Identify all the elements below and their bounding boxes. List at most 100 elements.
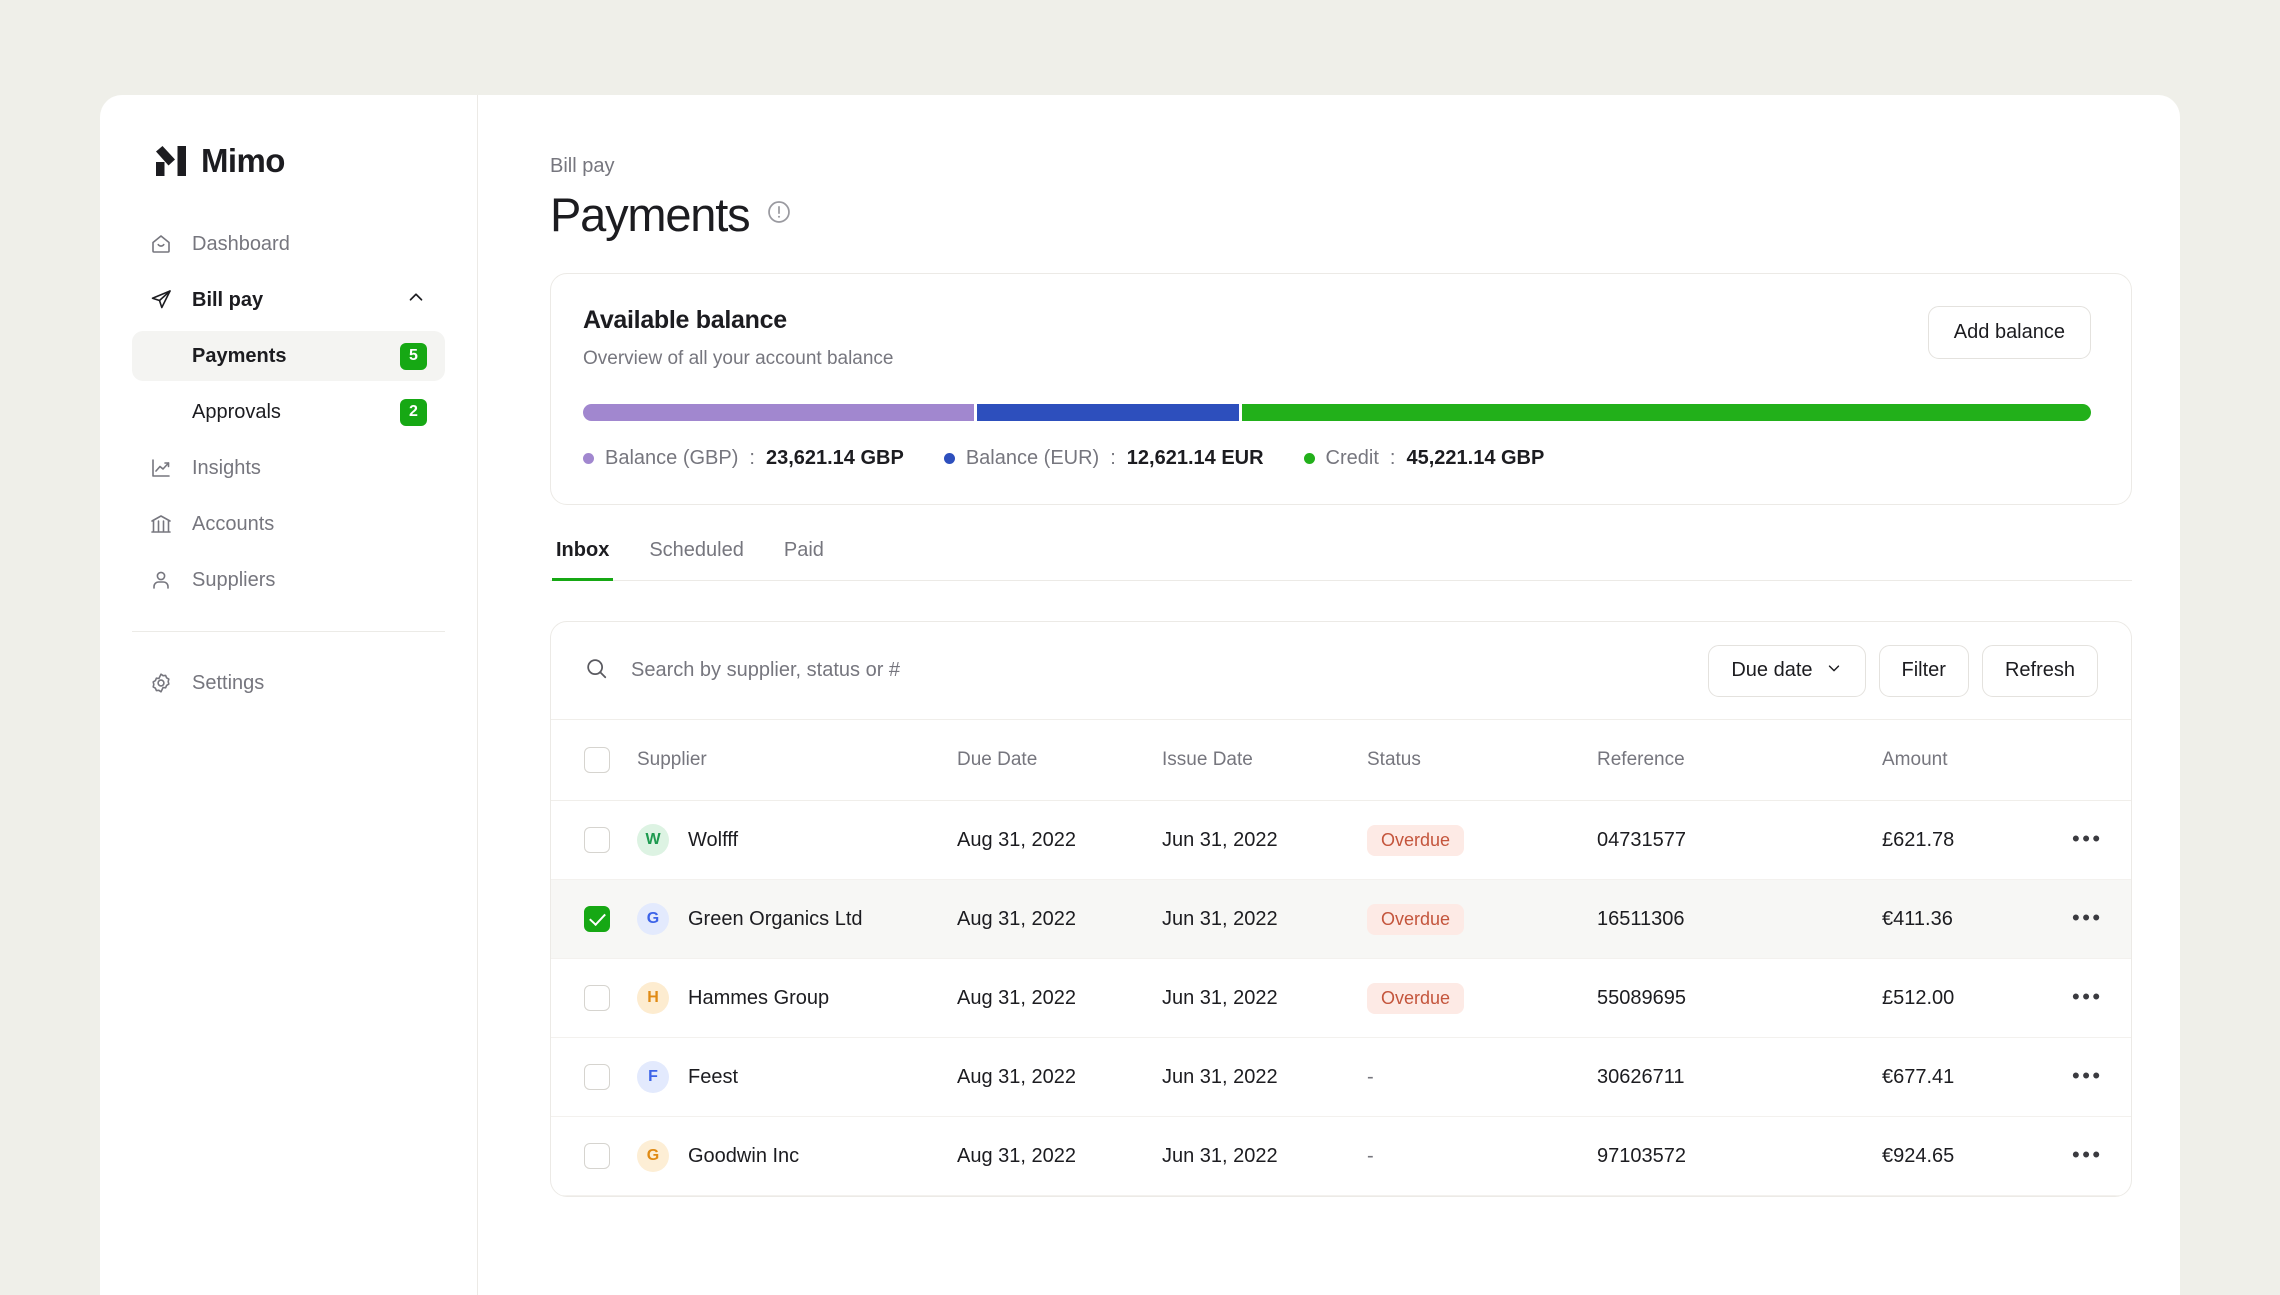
table-row[interactable]: H Hammes Group Aug 31, 2022 Jun 31, 2022 Ove… bbox=[551, 958, 2131, 1039]
legend-value: 45,221.14 GBP bbox=[1406, 447, 1545, 470]
search-container[interactable] bbox=[584, 656, 1693, 686]
sidebar-item-accounts[interactable]: Accounts bbox=[132, 499, 445, 549]
page-title: Payments bbox=[550, 188, 751, 241]
legend-dot-icon bbox=[1303, 453, 1315, 465]
filter-button[interactable]: Filter bbox=[1878, 644, 1969, 697]
main-content: Bill pay Payments Available balance Over… bbox=[478, 95, 2180, 1295]
info-circle-icon[interactable] bbox=[766, 199, 792, 230]
table-body: W Wolfff Aug 31, 2022 Jun 31, 2022 Overdue 04… bbox=[551, 800, 2131, 1197]
sidebar-item-dashboard[interactable]: Dashboard bbox=[132, 219, 445, 269]
table-row[interactable]: F Feest Aug 31, 2022 Jun 31, 2022- 30626711 €… bbox=[551, 1037, 2131, 1118]
brand-logo[interactable]: Mimo bbox=[132, 95, 445, 187]
legend-dot-icon bbox=[583, 453, 594, 465]
legend-item-credit: Credit: 45,221.14 GBP bbox=[1303, 447, 1545, 470]
sidebar: Mimo Dashboard Bill pay Payments 5 Appro… bbox=[100, 95, 478, 1295]
column-header-amount[interactable]: Amount bbox=[1882, 720, 2072, 802]
payments-table: Supplier Due Date Issue Date Status Refe… bbox=[551, 720, 2131, 1197]
due-date-sort-button[interactable]: Due date bbox=[1708, 644, 1866, 697]
chevron-down-icon bbox=[1825, 659, 1843, 683]
row-checkbox[interactable] bbox=[584, 1064, 610, 1091]
sidebar-item-approvals[interactable]: Approvals 2 bbox=[132, 387, 445, 437]
page-header: Payments bbox=[550, 190, 2132, 239]
refresh-button[interactable]: Refresh bbox=[1981, 644, 2098, 697]
amount-cell: €411.36 bbox=[1882, 879, 2072, 960]
trending-up-icon bbox=[148, 455, 174, 481]
column-header-issue-date[interactable]: Issue Date bbox=[1162, 720, 1367, 802]
sidebar-divider bbox=[132, 631, 445, 632]
select-all-checkbox[interactable] bbox=[584, 747, 610, 774]
chevron-up-icon[interactable] bbox=[405, 286, 427, 314]
table-toolbar: Due date Filter Refresh bbox=[551, 622, 2131, 721]
table-row[interactable]: G Green Organics Ltd Aug 31, 2022 Jun 31, 2… bbox=[551, 879, 2131, 960]
supplier-cell: G Goodwin Inc bbox=[637, 1116, 957, 1197]
legend-value: 23,621.14 GBP bbox=[765, 447, 904, 470]
legend-dot-icon bbox=[943, 453, 955, 465]
more-horizontal-icon[interactable]: ••• bbox=[2072, 984, 2103, 1009]
sidebar-item-settings[interactable]: Settings bbox=[132, 658, 445, 708]
due-date-cell: Aug 31, 2022 bbox=[957, 1116, 1162, 1197]
sidebar-item-label: Accounts bbox=[192, 512, 275, 535]
legend-item-gbp: Balance (GBP): 23,621.14 GBP bbox=[583, 447, 904, 470]
available-balance-card: Available balance Overview of all your a… bbox=[550, 273, 2132, 506]
legend-label: Balance (GBP) bbox=[605, 447, 739, 470]
supplier-cell: F Feest bbox=[637, 1037, 957, 1118]
reference-cell: 97103572 bbox=[1597, 1116, 1882, 1197]
row-select-cell bbox=[551, 1116, 637, 1197]
amount-cell: €924.65 bbox=[1882, 1116, 2072, 1197]
row-select-cell bbox=[551, 1037, 637, 1118]
sidebar-item-bill-pay[interactable]: Bill pay bbox=[132, 275, 445, 325]
sidebar-item-suppliers[interactable]: Suppliers bbox=[132, 555, 445, 605]
more-horizontal-icon[interactable]: ••• bbox=[2072, 826, 2103, 851]
balance-card-title: Available balance bbox=[583, 306, 787, 335]
home-icon bbox=[148, 231, 174, 257]
column-header-status[interactable]: Status bbox=[1367, 720, 1597, 802]
sidebar-subitem-label: Payments bbox=[192, 344, 287, 367]
bank-icon bbox=[148, 511, 174, 537]
supplier-name: Feest bbox=[688, 1065, 739, 1088]
status-cell: Overdue bbox=[1367, 879, 1597, 960]
row-checkbox[interactable] bbox=[584, 827, 610, 854]
sidebar-item-label: Suppliers bbox=[192, 568, 276, 591]
more-horizontal-icon[interactable]: ••• bbox=[2072, 905, 2103, 930]
column-header-actions bbox=[2072, 720, 2131, 802]
tab-scheduled[interactable]: Scheduled bbox=[645, 533, 748, 580]
status-badge: Overdue bbox=[1367, 903, 1465, 935]
sidebar-item-payments[interactable]: Payments 5 bbox=[132, 331, 445, 381]
supplier-name: Goodwin Inc bbox=[688, 1144, 800, 1167]
column-header-supplier[interactable]: Supplier bbox=[637, 720, 957, 802]
row-actions-cell: ••• bbox=[2072, 879, 2131, 960]
add-balance-button[interactable]: Add balance bbox=[1927, 306, 2091, 360]
row-checkbox[interactable] bbox=[584, 1143, 610, 1170]
table-row[interactable]: W Wolfff Aug 31, 2022 Jun 31, 2022 Overdue 04… bbox=[551, 800, 2131, 881]
column-header-due-date[interactable]: Due Date bbox=[957, 720, 1162, 802]
payments-table-card: Due date Filter Refresh bbox=[550, 621, 2132, 1198]
reference-cell: 04731577 bbox=[1597, 800, 1882, 881]
row-select-cell bbox=[551, 879, 637, 960]
breadcrumb[interactable]: Bill pay bbox=[550, 155, 2132, 178]
more-horizontal-icon[interactable]: ••• bbox=[2072, 1142, 2103, 1167]
reference-cell: 16511306 bbox=[1597, 879, 1882, 960]
sidebar-subitem-label: Approvals bbox=[192, 400, 281, 423]
status-cell: - bbox=[1367, 1037, 1597, 1118]
tab-paid[interactable]: Paid bbox=[780, 533, 828, 580]
column-header-reference[interactable]: Reference bbox=[1597, 720, 1882, 802]
status-empty: - bbox=[1367, 1144, 1374, 1167]
due-date-cell: Aug 31, 2022 bbox=[957, 1037, 1162, 1118]
legend-label: Credit bbox=[1325, 447, 1379, 470]
amount-cell: €677.41 bbox=[1882, 1037, 2072, 1118]
reference-cell: 30626711 bbox=[1597, 1037, 1882, 1118]
issue-date-cell: Jun 31, 2022 bbox=[1162, 1037, 1367, 1118]
row-select-cell bbox=[551, 800, 637, 881]
search-input[interactable] bbox=[631, 659, 1693, 683]
table-row[interactable]: G Goodwin Inc Aug 31, 2022 Jun 31, 2022- 971… bbox=[551, 1116, 2131, 1197]
more-horizontal-icon[interactable]: ••• bbox=[2072, 1063, 2103, 1088]
status-badge: Overdue bbox=[1367, 824, 1465, 856]
sidebar-nav: Dashboard Bill pay Payments 5 Approvals … bbox=[132, 219, 445, 708]
tab-inbox[interactable]: Inbox bbox=[552, 533, 614, 582]
gear-icon bbox=[148, 670, 174, 696]
sidebar-item-label: Insights bbox=[192, 456, 261, 479]
supplier-cell: H Hammes Group bbox=[637, 958, 957, 1039]
row-checkbox[interactable] bbox=[584, 985, 610, 1012]
row-checkbox[interactable] bbox=[584, 906, 610, 933]
sidebar-item-insights[interactable]: Insights bbox=[132, 443, 445, 493]
